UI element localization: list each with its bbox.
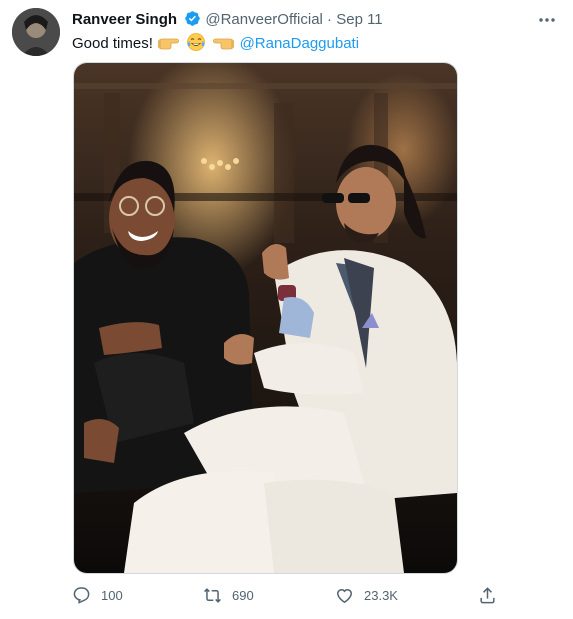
heart-icon bbox=[337, 588, 352, 603]
tweet-text: Good times! @RanaDaggubati bbox=[72, 32, 359, 56]
separator-dot: · bbox=[327, 11, 333, 28]
author-name[interactable]: Ranveer Singh bbox=[72, 11, 177, 28]
tweet-photo[interactable] bbox=[73, 62, 458, 574]
reply-button[interactable]: 100 bbox=[72, 583, 123, 607]
share-icon bbox=[480, 586, 495, 603]
mention-link[interactable]: @RanaDaggubati bbox=[240, 35, 359, 52]
tears-of-joy-emoji-icon bbox=[186, 32, 206, 56]
avatar-photo bbox=[12, 8, 60, 56]
tweet-actions: 100 690 23.3K bbox=[72, 583, 512, 607]
verified-badge-icon bbox=[184, 10, 201, 31]
tweet-date[interactable]: Sep 11 bbox=[336, 11, 382, 28]
avatar[interactable] bbox=[12, 8, 60, 56]
tweet-header: Ranveer Singh @RanveerOfficial · Sep 11 bbox=[72, 10, 533, 30]
like-button[interactable]: 23.3K bbox=[335, 583, 398, 607]
reply-count: 100 bbox=[101, 587, 123, 603]
retweet-button[interactable]: 690 bbox=[203, 583, 254, 607]
more-options-icon[interactable] bbox=[537, 10, 557, 30]
pointing-right-emoji-icon bbox=[158, 34, 180, 56]
pointing-left-emoji-icon bbox=[212, 34, 235, 56]
share-button[interactable] bbox=[478, 583, 507, 607]
retweet-icon bbox=[204, 587, 221, 603]
reply-icon bbox=[73, 586, 90, 604]
tweet[interactable]: Ranveer Singh @RanveerOfficial · Sep 11 … bbox=[0, 0, 573, 619]
like-count: 23.3K bbox=[364, 587, 398, 603]
author-handle[interactable]: @RanveerOfficial bbox=[205, 11, 323, 28]
retweet-count: 690 bbox=[232, 587, 254, 603]
photo-two-men-laughing bbox=[74, 63, 457, 573]
tweet-text-body: Good times! bbox=[72, 35, 153, 52]
